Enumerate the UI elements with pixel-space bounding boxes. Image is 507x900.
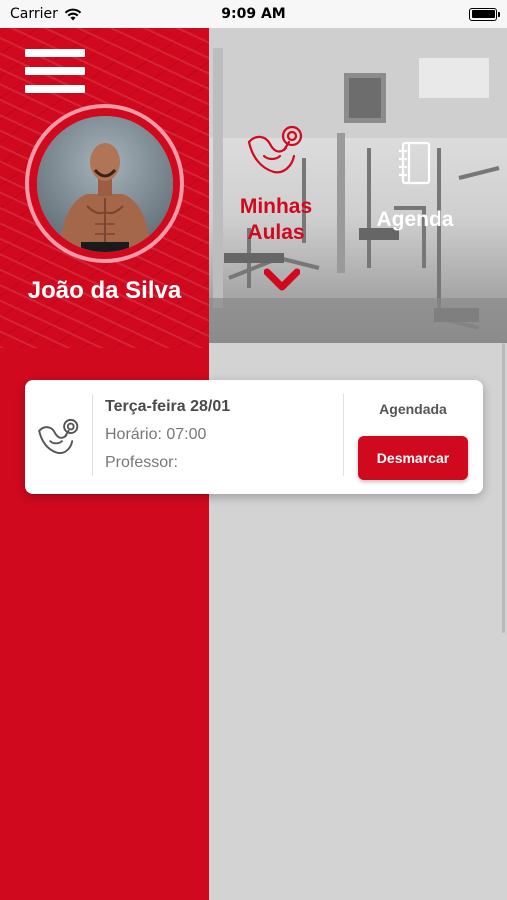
card-divider-right — [343, 394, 344, 476]
status-left: Carrier — [10, 6, 82, 22]
class-time: Horário: 07:00 — [105, 426, 207, 443]
avatar-ring — [25, 104, 184, 263]
nav-agenda-label: Agenda — [376, 208, 454, 231]
battery-icon — [469, 7, 500, 21]
card-divider-left — [92, 394, 93, 476]
scrollbar[interactable] — [502, 343, 505, 633]
status-badge: Agendada — [379, 401, 447, 417]
class-date: Terça-feira 28/01 — [105, 398, 231, 415]
cancel-class-button[interactable]: Desmarcar — [358, 436, 468, 480]
status-bar: Carrier 9:09 AM — [0, 0, 507, 28]
dumbbell-arm-icon — [38, 418, 79, 455]
nav-minhas-aulas-line1: Minhas — [239, 195, 313, 218]
nav-minhas-aulas-line2: Aulas — [247, 221, 305, 244]
user-name: João da Silva — [27, 277, 182, 304]
carrier-label: Carrier — [10, 6, 58, 22]
class-card: Terça-feira 28/01 Horário: 07:00 Profess… — [25, 380, 483, 494]
class-teacher: Professor: — [105, 454, 178, 471]
menu-icon[interactable] — [25, 49, 85, 93]
wifi-icon — [64, 8, 82, 20]
nav-minhas-aulas[interactable]: Minhas Aulas — [233, 118, 319, 246]
avatar[interactable] — [36, 115, 173, 252]
class-info: Terça-feira 28/01 Horário: 07:00 Profess… — [105, 397, 230, 481]
chevron-down-icon[interactable] — [264, 268, 300, 294]
nav-agenda[interactable]: Agenda — [368, 140, 462, 233]
